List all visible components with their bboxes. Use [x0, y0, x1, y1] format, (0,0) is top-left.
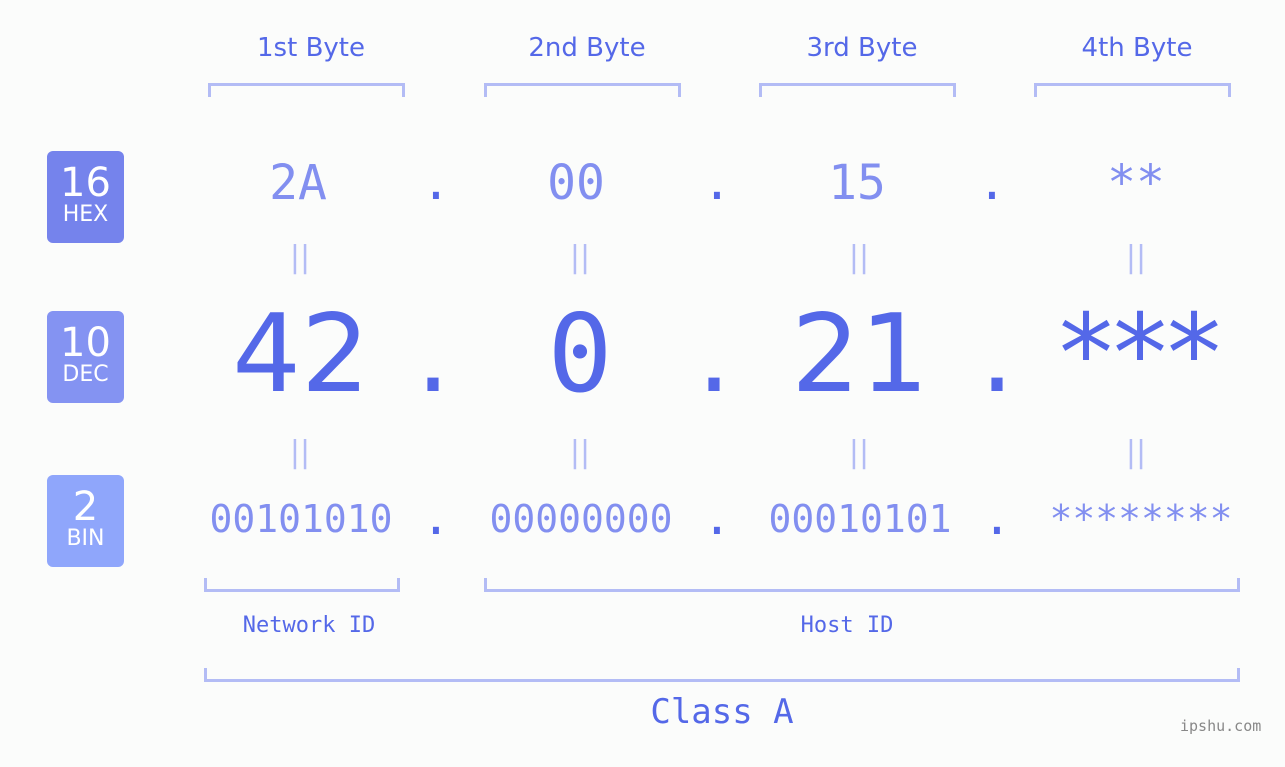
hex-dot-3: .: [977, 155, 1007, 211]
hex-badge: 16 HEX: [47, 151, 124, 243]
dec-byte-4: ***: [1059, 292, 1221, 417]
dec-badge-label: DEC: [62, 362, 109, 387]
host-id-label: Host ID: [800, 613, 894, 638]
byte-header-4: 4th Byte: [1081, 33, 1193, 63]
byte-bracket-1: [208, 83, 405, 97]
bin-dot-2: .: [702, 490, 732, 546]
equals-2-4: ||: [1125, 435, 1147, 470]
hex-dot-2: .: [702, 155, 732, 211]
hex-dot-1: .: [421, 155, 451, 211]
bin-byte-4: ********: [1049, 497, 1233, 541]
network-id-label: Network ID: [242, 613, 376, 638]
class-label: Class A: [650, 692, 794, 732]
dec-dot-3: .: [979, 292, 1015, 417]
hex-byte-2: 00: [547, 155, 605, 211]
hex-byte-1: 2A: [269, 155, 327, 211]
byte-header-2: 2nd Byte: [528, 33, 646, 63]
bin-dot-3: .: [982, 490, 1012, 546]
host-id-bracket: [484, 578, 1240, 592]
dec-byte-3: 21: [791, 292, 929, 417]
byte-header-3: 3rd Byte: [806, 33, 918, 63]
network-id-bracket: [204, 578, 400, 592]
equals-1-2: ||: [569, 240, 591, 275]
byte-bracket-3: [759, 83, 956, 97]
equals-2-1: ||: [289, 435, 311, 470]
bin-byte-1: 00101010: [209, 497, 393, 541]
dec-dot-1: .: [415, 292, 451, 417]
equals-2-3: ||: [848, 435, 870, 470]
dec-badge-base: 10: [60, 320, 111, 366]
hex-byte-4: **: [1107, 155, 1165, 211]
bin-badge-base: 2: [72, 484, 99, 530]
byte-bracket-4: [1034, 83, 1231, 97]
hex-byte-3: 15: [828, 155, 886, 211]
hex-badge-label: HEX: [62, 202, 109, 227]
dec-badge: 10 DEC: [47, 311, 124, 403]
dec-byte-2: 0: [547, 292, 613, 417]
equals-1-4: ||: [1125, 240, 1147, 275]
bin-byte-2: 00000000: [489, 497, 673, 541]
equals-1-3: ||: [848, 240, 870, 275]
class-bracket: [204, 668, 1240, 682]
bin-dot-1: .: [421, 490, 451, 546]
bin-badge-label: BIN: [66, 526, 105, 551]
equals-1-1: ||: [289, 240, 311, 275]
bin-badge: 2 BIN: [47, 475, 124, 567]
equals-2-2: ||: [569, 435, 591, 470]
dec-byte-1: 42: [232, 292, 370, 417]
hex-badge-base: 16: [60, 160, 111, 206]
bin-byte-3: 00010101: [768, 497, 952, 541]
watermark: ipshu.com: [1180, 717, 1262, 735]
byte-header-1: 1st Byte: [257, 33, 365, 63]
dec-dot-2: .: [696, 292, 732, 417]
byte-bracket-2: [484, 83, 681, 97]
